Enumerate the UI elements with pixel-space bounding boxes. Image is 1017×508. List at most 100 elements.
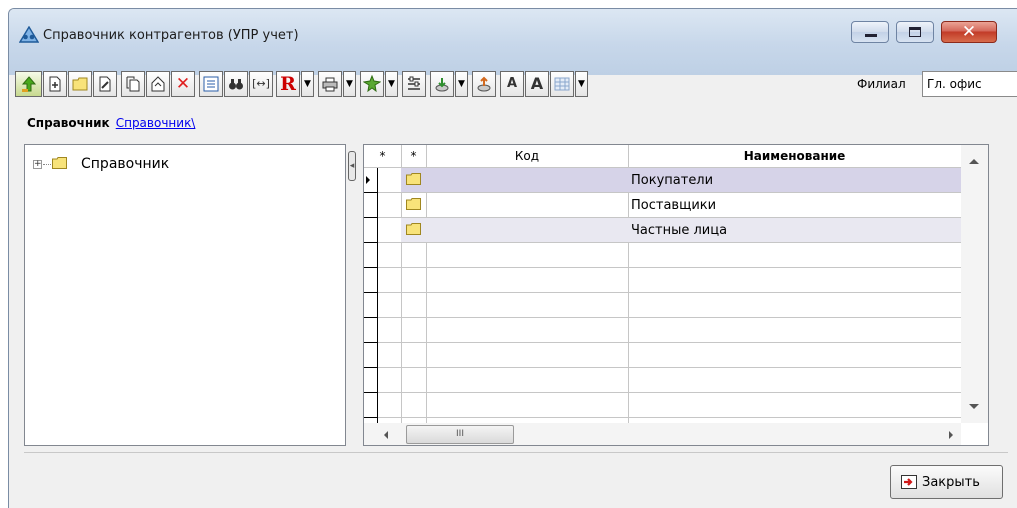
folder-icon: [406, 198, 421, 210]
settings-button[interactable]: [360, 71, 384, 97]
vertical-scrollbar[interactable]: [961, 145, 988, 423]
maximize-button[interactable]: [896, 21, 934, 43]
list-view-button[interactable]: [199, 71, 223, 97]
import-dropdown[interactable]: ▼: [455, 71, 468, 97]
tree-item-label: Справочник: [81, 156, 170, 172]
binoculars-icon: [229, 79, 243, 90]
row-marker: [364, 292, 377, 293]
data-grid: Покупатели Поставщики Частные лица * * Код…: [363, 144, 989, 446]
delete-icon: ✕: [175, 74, 191, 94]
grid-dropdown[interactable]: ▼: [575, 71, 588, 97]
header-divider: [364, 167, 961, 168]
font-decrease-button[interactable]: A: [500, 71, 524, 97]
search-button[interactable]: [224, 71, 248, 97]
copy-item-button[interactable]: [121, 71, 145, 97]
print-dropdown[interactable]: ▼: [343, 71, 356, 97]
export-button[interactable]: [472, 71, 496, 97]
edit-item-icon: [99, 76, 111, 92]
toolbar: ✕ [↔] R ▼ ▼ ▼ ▼ A A ▼ Филиал Гл. офис: [9, 67, 1017, 97]
breadcrumb-link[interactable]: Справочник\: [116, 116, 196, 130]
font-increase-button[interactable]: A: [525, 71, 549, 97]
grid-button[interactable]: [550, 71, 574, 97]
import-button[interactable]: [430, 71, 454, 97]
report-button[interactable]: R: [276, 71, 300, 97]
new-folder-icon: [72, 77, 88, 91]
arrow-up-button[interactable]: [15, 71, 42, 97]
branch-field[interactable]: Гл. офис: [922, 71, 1017, 97]
table-row[interactable]: Покупатели: [401, 168, 961, 192]
chevron-down-icon: ▼: [346, 79, 353, 89]
report-dropdown[interactable]: ▼: [301, 71, 314, 97]
print-icon: [322, 77, 338, 92]
settings-dropdown[interactable]: ▼: [385, 71, 398, 97]
row-marker: [364, 242, 377, 243]
move-item-button[interactable]: [146, 71, 170, 97]
exit-icon: [901, 475, 917, 489]
footer-separator: [24, 452, 1008, 453]
grid-row-divider: [364, 392, 961, 393]
column-header-name[interactable]: Наименование: [628, 145, 961, 167]
close-icon: ✕: [961, 22, 977, 42]
column-header-code[interactable]: Код: [426, 145, 628, 167]
scroll-thumb[interactable]: III: [406, 425, 514, 444]
list-view-icon: [203, 76, 219, 92]
scroll-up-icon[interactable]: [969, 159, 979, 164]
new-folder-button[interactable]: [68, 71, 92, 97]
row-indicator-edge: [377, 167, 378, 423]
grid-icon: [554, 77, 570, 91]
scroll-down-icon[interactable]: [969, 404, 979, 409]
grid-row-divider: [364, 367, 961, 368]
export-icon: [477, 76, 491, 92]
title-bar[interactable]: Справочник контрагентов (УПР учет) ✕: [9, 9, 1017, 75]
current-row-indicator: [366, 176, 370, 184]
filter-button[interactable]: [402, 71, 426, 97]
filter-icon: [408, 76, 420, 90]
folder-icon: [406, 223, 421, 235]
scroll-left-icon[interactable]: [384, 431, 388, 439]
row-marker: [364, 367, 377, 368]
import-icon: [435, 78, 449, 92]
grid-row-divider: [364, 292, 961, 293]
close-button[interactable]: Закрыть: [890, 465, 1003, 499]
maximize-icon: [909, 27, 921, 37]
column-header-star-1[interactable]: *: [364, 145, 401, 167]
close-button-label: Закрыть: [922, 475, 980, 490]
grid-row-divider: [364, 342, 961, 343]
folder-icon: [52, 157, 67, 169]
copy-item-icon: [126, 76, 140, 92]
expand-icon[interactable]: +: [33, 160, 42, 169]
edit-item-button[interactable]: [93, 71, 117, 97]
print-button[interactable]: [318, 71, 342, 97]
horizontal-scrollbar[interactable]: III: [364, 423, 961, 445]
report-icon: R: [280, 73, 296, 95]
grid-row-divider: [364, 417, 961, 418]
chevron-down-icon: ▼: [578, 79, 585, 89]
splitter-handle[interactable]: ◂: [348, 151, 356, 181]
move-item-icon: [151, 76, 165, 92]
fit-columns-button[interactable]: [↔]: [249, 71, 273, 97]
row-marker: [364, 267, 377, 268]
font-increase-icon: A: [530, 74, 544, 93]
chevron-down-icon: ▼: [388, 79, 395, 89]
main-window: Справочник контрагентов (УПР учет) ✕ ✕ […: [8, 8, 1017, 508]
minimize-button[interactable]: [851, 21, 889, 43]
tree-panel: + Справочник: [24, 144, 346, 446]
chevron-down-icon: ▼: [458, 79, 465, 89]
breadcrumb-label: Справочник: [27, 116, 110, 130]
tree-connector: [43, 164, 51, 165]
new-item-button[interactable]: [43, 71, 67, 97]
column-header-star-2[interactable]: *: [401, 145, 426, 167]
grid-row-divider: [364, 267, 961, 268]
scroll-right-icon[interactable]: [949, 431, 953, 439]
row-marker: [364, 417, 377, 418]
new-item-icon: [49, 76, 61, 92]
table-row[interactable]: Поставщики: [401, 193, 961, 217]
chevron-down-icon: ▼: [304, 79, 311, 89]
panel-splitter[interactable]: ◂: [348, 144, 360, 446]
minimize-icon: [865, 34, 877, 37]
row-marker: [364, 392, 377, 393]
table-row[interactable]: Частные лица: [401, 218, 961, 242]
breadcrumb: Справочник Справочник\: [27, 116, 195, 130]
delete-button[interactable]: ✕: [171, 71, 195, 97]
window-close-button[interactable]: ✕: [941, 21, 997, 43]
